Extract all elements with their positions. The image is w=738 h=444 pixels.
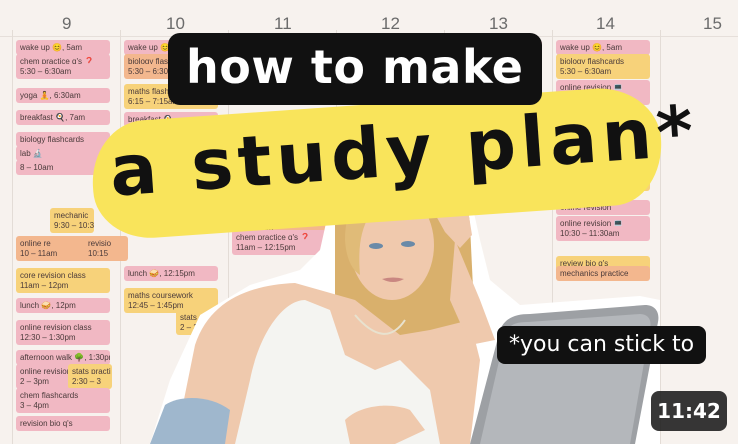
day-header: 15 [703,14,722,33]
day-header: 11 [274,14,292,33]
calendar-event: yoga 🧘, 6:30am [16,88,110,103]
calendar-event: mechanics practice [556,266,650,281]
calendar-event: 3 – 4pm [16,398,110,413]
calendar-event: lunch 🥪, 12pm [16,298,110,313]
calendar-event: lunch 🥪, 12:15pm [124,266,218,281]
calendar-event: 11am – 12:15pm [232,240,326,255]
subtitle-label: *you can stick to [497,326,707,364]
video-thumbnail[interactable]: 9 10 11 12 13 14 15 wake up 😊, 5am chem p… [0,0,738,444]
calendar-event: wake up 😊, 5am [556,40,650,55]
day-header: 12 [381,14,400,33]
calendar-event: wake up 😊, 5am [16,40,110,55]
day-header: 10 [166,14,185,33]
day-header: 13 [489,14,508,33]
calendar-event: 10:15 [84,246,128,261]
calendar-event: revision bio q's [16,416,110,431]
day-header: 14 [596,14,615,33]
calendar-event: 10:30 – 11:30am [556,226,650,241]
calendar-event: 11am – 12pm [16,278,110,293]
calendar-event: 5:30 – 6:30am [556,64,650,79]
calendar-event: 5:30 – 6:30am [16,64,110,79]
grid-line [12,30,13,444]
title-line-1: how to make [168,33,542,105]
calendar-event: 2 – 3pm [176,320,220,335]
calendar-event: 11:15am – 12:15pm [340,278,434,293]
day-header: 9 [62,14,72,33]
calendar-event: 9:30 – 10:30 [50,218,94,233]
calendar-event: 12:30 – 1:30pm [16,330,110,345]
video-duration-badge: 11:42 [651,391,727,431]
calendar-event: 2:30 – 3 [68,374,112,389]
calendar-event: afternoon walk 🌳, 1:30pm [16,350,110,365]
calendar-event: 10:30 – 11:30am [340,250,434,265]
